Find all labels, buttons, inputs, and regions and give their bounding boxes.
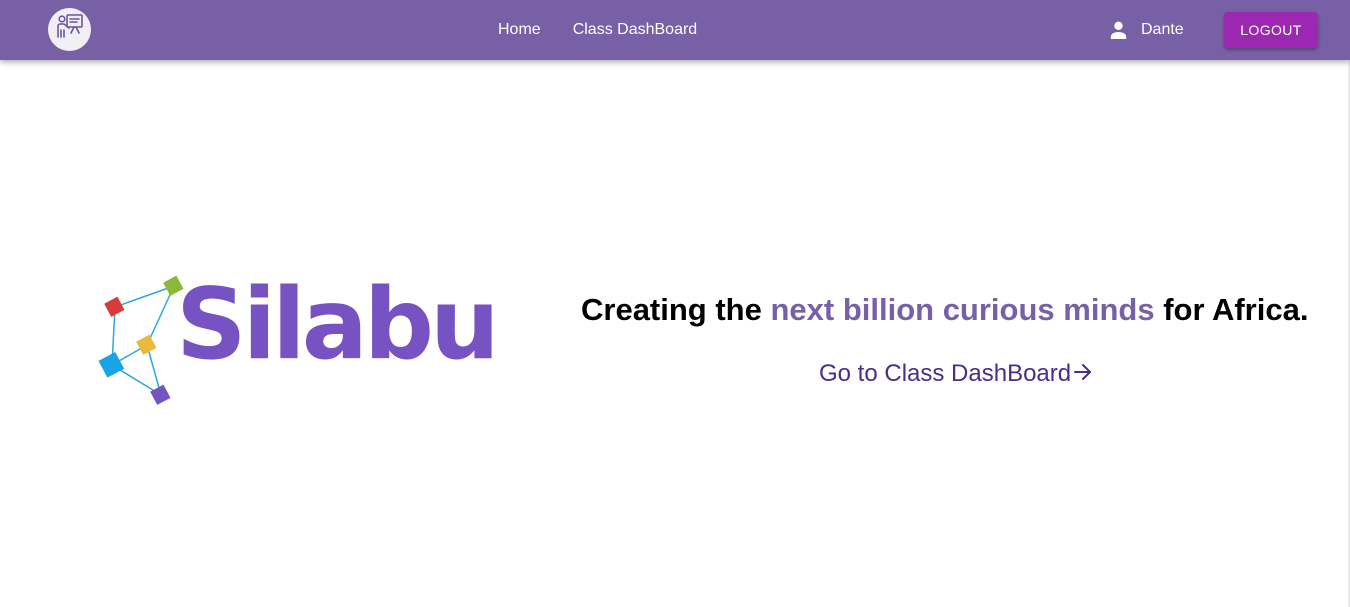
cta-label: Go to Class DashBoard [819,360,1072,387]
tagline-suffix: for Africa. [1154,292,1309,327]
arrow-right-icon [1071,360,1092,388]
nav-link-class-dashboard[interactable]: Class DashBoard [573,21,698,39]
user-name: Dante [1141,21,1184,38]
user-menu[interactable]: Dante [1110,0,1184,60]
teacher-board-icon [54,11,86,48]
main-nav: Home Class DashBoard [498,0,729,60]
tagline-prefix: Creating the [581,292,771,327]
person-icon [1110,21,1127,39]
tagline-highlight: next billion curious minds [770,292,1155,327]
go-to-dashboard-link[interactable]: Go to Class DashBoard [819,360,1092,388]
logout-button[interactable]: LOGOUT [1224,12,1318,48]
brand-name: Silabu [176,268,500,382]
app-logo[interactable] [48,8,91,51]
silabu-logo: Silabu [98,272,500,412]
network-nodes-icon [98,275,184,405]
nav-link-home[interactable]: Home [498,21,541,39]
top-navbar: Home Class DashBoard Dante LOGOUT [0,0,1350,60]
hero-tagline: Creating the next billion curious minds … [581,292,1308,328]
